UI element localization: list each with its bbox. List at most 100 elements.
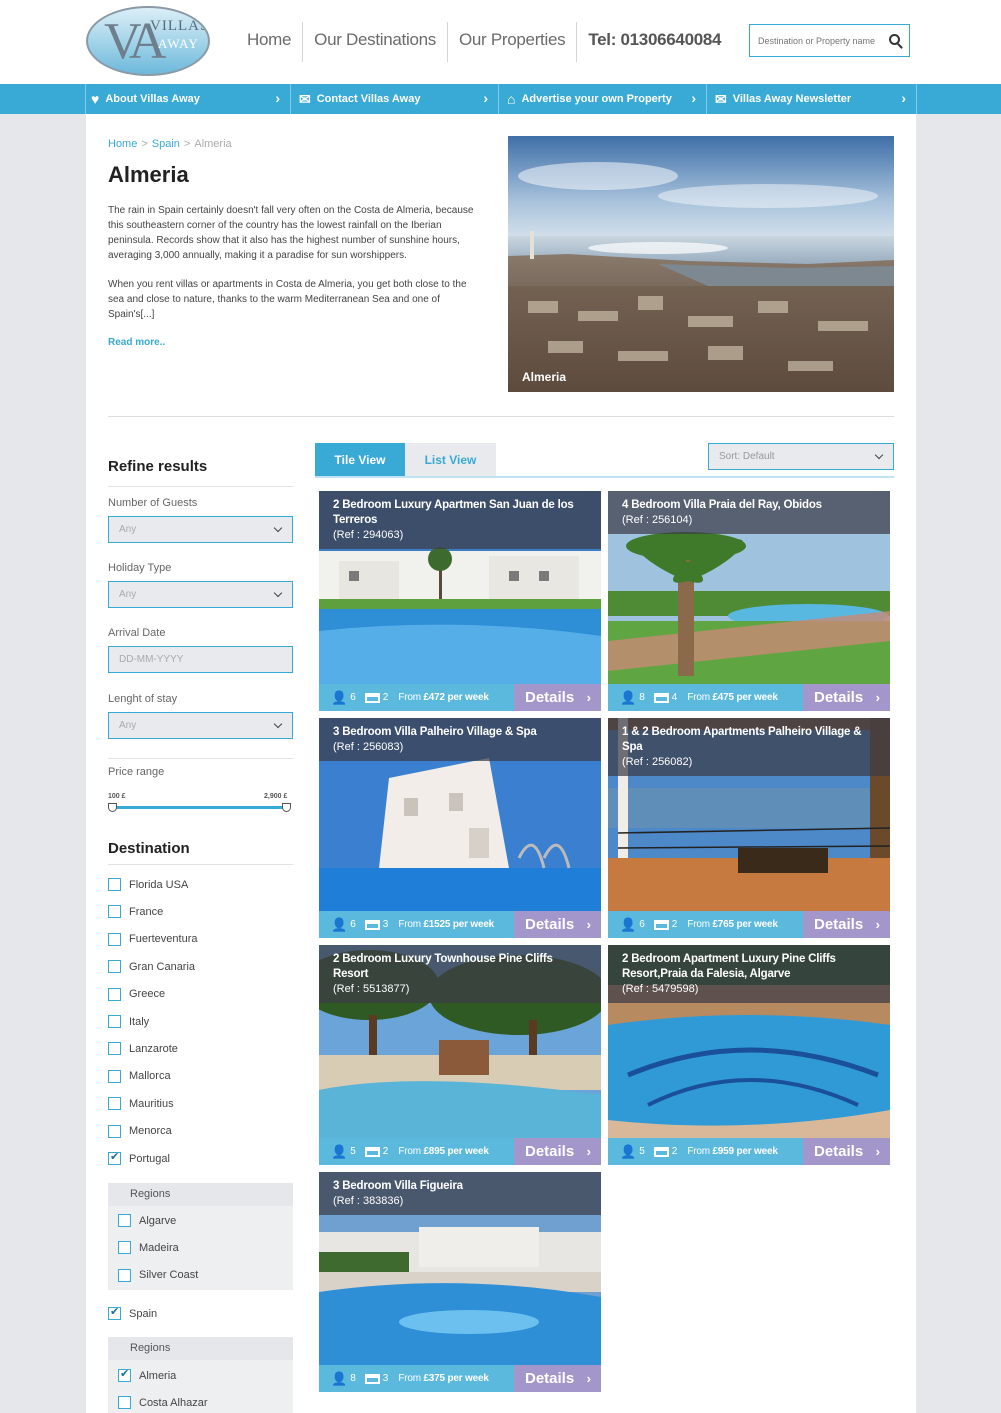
guests-value: Any <box>119 524 137 535</box>
secondary-nav-newsletter[interactable]: ✉ Villas Away Newsletter › <box>707 84 917 114</box>
checkbox[interactable] <box>108 1124 121 1138</box>
secondary-nav-contact[interactable]: ✉ Contact Villas Away › <box>291 84 499 114</box>
checkbox[interactable] <box>108 932 121 946</box>
destination-checkbox-row[interactable]: Portugal <box>108 1150 170 1165</box>
property-title[interactable]: 3 Bedroom Villa Palheiro Village & Spa <box>333 725 587 740</box>
checkbox[interactable] <box>108 1069 121 1083</box>
checkbox[interactable] <box>118 1214 131 1227</box>
filter-divider <box>108 758 293 759</box>
destination-checkbox-row[interactable]: Algarve <box>118 1214 176 1227</box>
stay-length-select[interactable]: Any <box>108 712 293 739</box>
destination-checkbox-row[interactable]: Fuerteventura <box>108 932 197 946</box>
price-prefix: From <box>398 1146 421 1157</box>
checkbox[interactable] <box>118 1396 131 1410</box>
property-card[interactable]: 2 Bedroom Luxury Apartmen San Juan de lo… <box>319 491 601 711</box>
nav-destinations[interactable]: Our Destinations <box>303 22 448 62</box>
property-title[interactable]: 4 Bedroom Villa Praia del Ray, Obidos <box>622 498 876 513</box>
details-button[interactable]: Details › <box>803 1138 890 1165</box>
destination-checkbox-row[interactable]: Florida USA <box>108 878 188 891</box>
breadcrumb-home[interactable]: Home <box>108 138 137 150</box>
price-max-handle[interactable] <box>282 803 291 812</box>
destination-checkbox-row[interactable]: Greece <box>108 987 165 1001</box>
checkbox[interactable] <box>108 960 121 974</box>
destination-checkbox-row[interactable]: Almeria <box>118 1367 176 1382</box>
destination-checkbox-row[interactable]: Gran Canaria <box>108 960 195 974</box>
property-card[interactable]: 3 Bedroom Villa Palheiro Village & Spa (… <box>319 718 601 938</box>
destination-checkbox-row[interactable]: Lanzarote <box>108 1042 178 1056</box>
holiday-type-select[interactable]: Any <box>108 581 293 608</box>
destination-checkbox-row[interactable]: Spain <box>108 1305 157 1320</box>
tab-list-view[interactable]: List View <box>405 443 496 476</box>
logo[interactable]: VA VILLAS AWAY <box>86 6 210 76</box>
nav-home[interactable]: Home <box>236 22 304 62</box>
checkbox[interactable] <box>108 1305 121 1320</box>
property-title[interactable]: 3 Bedroom Villa Figueira <box>333 1179 587 1194</box>
read-more-link[interactable]: Read more.. <box>108 337 165 348</box>
destination-checkbox-row[interactable]: Italy <box>108 1015 149 1028</box>
destination-checkbox-row[interactable]: France <box>108 905 164 919</box>
details-button[interactable]: Details › <box>514 1365 601 1392</box>
destination-checkbox-row[interactable]: Silver Coast <box>118 1268 198 1282</box>
guests-select[interactable]: Any <box>108 516 293 543</box>
details-button[interactable]: Details › <box>803 684 890 711</box>
sort-select[interactable]: Sort: Default <box>708 443 894 470</box>
property-card[interactable]: 4 Bedroom Villa Praia del Ray, Obidos (R… <box>608 491 890 711</box>
details-button[interactable]: Details › <box>514 1138 601 1165</box>
page-title: Almeria <box>108 162 189 187</box>
secondary-nav-advertise[interactable]: ⌂ Advertise your own Property › <box>499 84 707 114</box>
price-suffix: per week <box>452 919 495 930</box>
checkbox-label: France <box>129 905 164 918</box>
checkbox[interactable] <box>108 1150 121 1165</box>
checkbox[interactable] <box>108 1015 121 1028</box>
checkbox[interactable] <box>118 1367 131 1382</box>
bedroom-count: 2 <box>671 1146 678 1157</box>
property-card[interactable]: 2 Bedroom Luxury Townhouse Pine Cliffs R… <box>319 945 601 1165</box>
chevron-down-icon <box>273 719 283 729</box>
property-card[interactable]: 2 Bedroom Apartment Luxury Pine Cliffs R… <box>608 945 890 1165</box>
checkbox[interactable] <box>108 878 121 891</box>
top-nav: Home Our Destinations Our Properties Tel… <box>236 22 732 62</box>
guest-count: 6 <box>639 919 645 930</box>
checkbox[interactable] <box>108 1042 121 1056</box>
guest-count: 8 <box>639 692 645 703</box>
destination-checkbox-row[interactable]: Menorca <box>108 1124 172 1138</box>
property-card[interactable]: 3 Bedroom Villa Figueira (Ref : 383836) … <box>319 1172 601 1392</box>
destination-checkbox-row[interactable]: Costa Alhazar <box>118 1396 207 1410</box>
price-slider-track[interactable] <box>112 806 288 809</box>
property-title[interactable]: 2 Bedroom Luxury Townhouse Pine Cliffs R… <box>333 952 587 982</box>
nav-properties[interactable]: Our Properties <box>448 22 578 62</box>
chevron-down-icon <box>273 588 283 598</box>
details-button[interactable]: Details › <box>514 684 601 711</box>
destination-checkbox-row[interactable]: Mauritius <box>108 1097 174 1111</box>
site-header: VA VILLAS AWAY Home Our Destinations Our… <box>0 0 1001 84</box>
property-title[interactable]: 2 Bedroom Apartment Luxury Pine Cliffs R… <box>622 952 876 982</box>
checkbox[interactable] <box>108 905 121 919</box>
sort-value: Sort: Default <box>719 451 775 462</box>
destination-checkbox-row[interactable]: Mallorca <box>108 1069 171 1083</box>
secondary-nav-spacer <box>917 84 1001 114</box>
property-title[interactable]: 2 Bedroom Luxury Apartmen San Juan de lo… <box>333 498 587 528</box>
breadcrumb-spain[interactable]: Spain <box>152 138 180 150</box>
search-icon[interactable] <box>889 34 900 45</box>
checkbox-label: Italy <box>129 1015 150 1028</box>
arrival-date-input[interactable]: DD-MM-YYYY <box>108 646 293 673</box>
destination-checkbox-row[interactable]: Madeira <box>118 1241 179 1255</box>
price-min-handle[interactable] <box>108 803 117 812</box>
secondary-nav-about[interactable]: ♥ About Villas Away › <box>86 84 291 114</box>
checkbox[interactable] <box>108 1097 121 1111</box>
checkbox[interactable] <box>118 1268 131 1282</box>
chevron-right-icon: › <box>586 1144 591 1159</box>
details-button[interactable]: Details › <box>514 911 601 938</box>
checkbox[interactable] <box>108 987 121 1001</box>
details-button[interactable]: Details › <box>803 911 890 938</box>
property-title[interactable]: 1 & 2 Bedroom Apartments Palheiro Villag… <box>622 725 876 755</box>
nav-telephone[interactable]: Tel: 01306640084 <box>577 22 732 62</box>
checkbox-label: Portugal <box>129 1152 170 1165</box>
section-divider <box>108 416 894 417</box>
tab-tile-view[interactable]: Tile View <box>315 443 405 476</box>
price-prefix: From <box>398 919 421 930</box>
property-card[interactable]: 1 & 2 Bedroom Apartments Palheiro Villag… <box>608 718 890 938</box>
checkbox[interactable] <box>118 1241 131 1255</box>
price-amount: £375 <box>423 1373 445 1384</box>
search-input[interactable] <box>750 25 880 56</box>
